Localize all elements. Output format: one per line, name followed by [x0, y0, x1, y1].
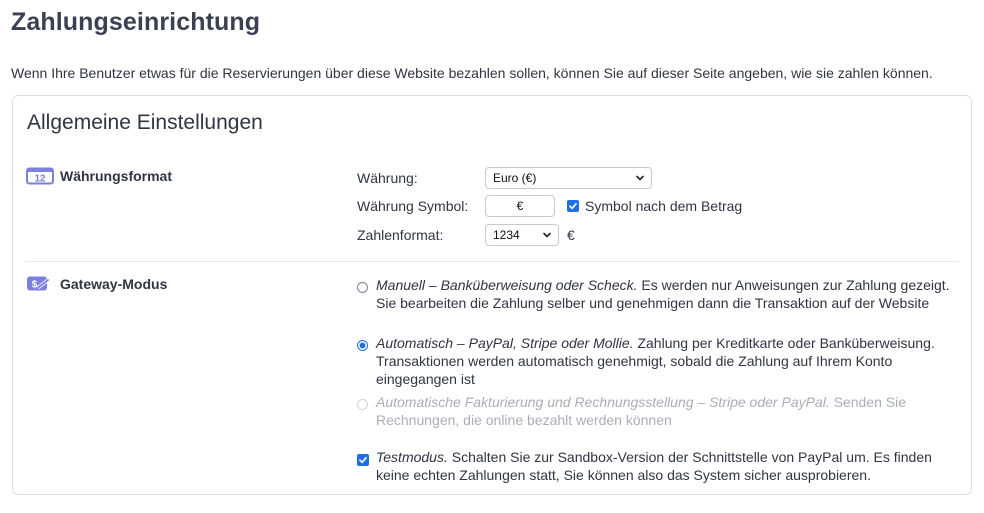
automatic-radio[interactable] — [357, 340, 368, 351]
section-divider — [26, 261, 959, 262]
currency-section-header: 12 Währungsformat — [26, 167, 172, 185]
number-format-value: 1234 — [493, 228, 520, 242]
page-intro: Wenn Ihre Benutzer etwas für die Reservi… — [11, 65, 933, 81]
general-settings-card: Allgemeine Einstellungen 12 Währungsform… — [12, 95, 972, 495]
symbol-after-label: Symbol nach dem Betrag — [585, 198, 743, 214]
number-format-label: Zahlenformat: — [357, 227, 444, 243]
number-format-select[interactable]: 1234 — [485, 224, 559, 246]
currency-row: Währung: Euro (€) — [357, 167, 652, 189]
test-mode-checkbox[interactable] — [357, 454, 369, 466]
gateway-section-title: Gateway-Modus — [60, 276, 168, 292]
gateway-option-title: Automatische Fakturierung und Rechnungss… — [376, 394, 830, 410]
symbol-input[interactable] — [485, 195, 555, 217]
number-format-row: Zahlenformat: 1234 € — [357, 224, 575, 246]
page-title: Zahlungseinrichtung — [11, 8, 261, 36]
invoicing-radio — [357, 399, 368, 410]
svg-text:$: $ — [32, 280, 38, 291]
gateway-option-title: Automatisch – PayPal, Stripe oder Mollie… — [376, 335, 634, 351]
symbol-after-checkbox[interactable] — [567, 200, 579, 212]
chevron-down-icon — [543, 232, 551, 238]
gateway-option-automatic[interactable]: Automatisch – PayPal, Stripe oder Mollie… — [357, 334, 957, 388]
checkmark-icon — [359, 456, 367, 464]
chevron-down-icon — [636, 175, 644, 181]
gateway-option-invoicing: Automatische Fakturierung und Rechnungss… — [357, 393, 957, 429]
calendar-12-icon: 12 — [26, 167, 54, 185]
test-mode-description: Schalten Sie zur Sandbox-Version der Sch… — [376, 449, 932, 483]
test-mode-option[interactable]: Testmodus. Schalten Sie zur Sandbox-Vers… — [357, 448, 957, 484]
gateway-option-title: Manuell – Banküberweisung oder Scheck. — [376, 277, 638, 293]
number-format-symbol: € — [567, 227, 575, 243]
manual-radio[interactable] — [357, 282, 368, 293]
symbol-label: Währung Symbol: — [357, 198, 469, 214]
symbol-row: Währung Symbol: Symbol nach dem Betrag — [357, 195, 742, 217]
test-mode-title: Testmodus. — [376, 449, 448, 465]
gateway-option-manual[interactable]: Manuell – Banküberweisung oder Scheck. E… — [357, 276, 957, 312]
currency-select[interactable]: Euro (€) — [485, 167, 652, 189]
checkmark-icon — [569, 202, 577, 210]
currency-section-title: Währungsformat — [60, 168, 172, 184]
card-title: Allgemeine Einstellungen — [27, 111, 263, 134]
payment-card-icon: $ — [26, 275, 54, 293]
gateway-section-header: $ Gateway-Modus — [26, 275, 167, 293]
currency-label: Währung: — [357, 170, 418, 186]
svg-text:12: 12 — [34, 173, 46, 184]
currency-select-value: Euro (€) — [493, 171, 537, 185]
